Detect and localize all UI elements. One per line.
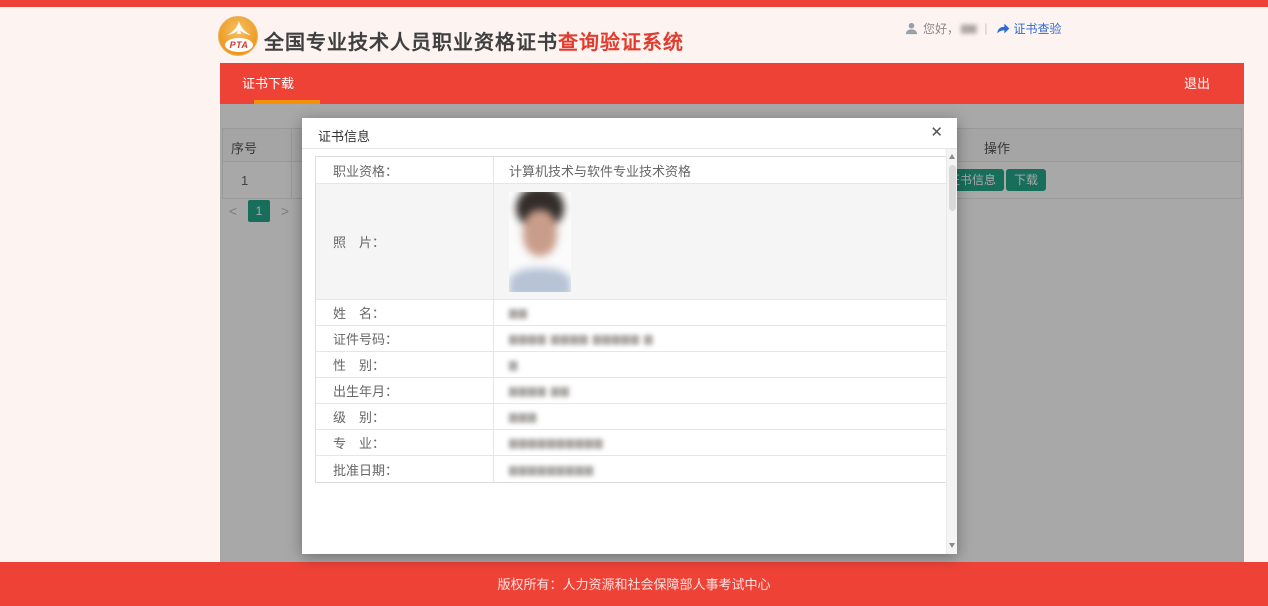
row-value-redacted: ▆▆▆▆▆▆▆▆▆ xyxy=(509,463,595,476)
portrait-photo xyxy=(509,191,571,292)
row-value-redacted: ▆▆▆▆ ▆▆▆▆ ▆▆▆▆▆ ▆ xyxy=(509,333,654,345)
modal-header: 证书信息 ✕ xyxy=(302,118,957,149)
row-value-redacted: ▆▆ xyxy=(509,307,528,319)
footer: 版权所有：人力资源和社会保障部人事考试中心 xyxy=(0,562,1268,606)
tab-certificate-download[interactable]: 证书下载 xyxy=(242,63,320,104)
detail-row-gender: 性 别： ▆ xyxy=(316,352,946,378)
scroll-up-icon[interactable] xyxy=(947,151,957,163)
user-bar: 您好， ▆▆ | 证书查验 xyxy=(905,20,1062,36)
certificate-info-modal: 证书信息 ✕ 职业资格： 计算机技术与软件专业技术资格 照 片： 姓 名： ▆▆… xyxy=(302,118,957,554)
detail-row-qualification: 职业资格： 计算机技术与软件专业技术资格 xyxy=(316,157,946,184)
row-value-redacted: ▆ xyxy=(509,359,519,371)
row-value-redacted: ▆▆▆▆ ▆▆ xyxy=(509,385,570,397)
row-label: 姓 名： xyxy=(316,300,494,325)
page-title-main: 全国专业技术人员职业资格证书 xyxy=(264,32,558,54)
logout-button[interactable]: 退出 xyxy=(1184,63,1210,104)
verify-link-label: 证书查验 xyxy=(1013,21,1062,36)
user-icon xyxy=(905,22,918,34)
detail-row-level: 级 别： ▆▆▆ xyxy=(316,404,946,430)
main-nav: 证书下载 退出 xyxy=(220,63,1244,104)
detail-row-birth-date: 出生年月： ▆▆▆▆ ▆▆ xyxy=(316,378,946,404)
row-value-photo xyxy=(494,184,946,299)
row-label: 批准日期： xyxy=(316,456,494,482)
certificate-verify-link[interactable]: 证书查验 xyxy=(996,20,1062,37)
row-label: 出生年月： xyxy=(316,378,494,403)
user-name-redacted: ▆▆ xyxy=(961,22,977,34)
scroll-down-icon[interactable] xyxy=(947,540,957,552)
detail-row-name: 姓 名： ▆▆ xyxy=(316,300,946,326)
certificate-detail-table: 职业资格： 计算机技术与软件专业技术资格 照 片： 姓 名： ▆▆ 证件号码： … xyxy=(315,156,947,483)
logo-text: PTA xyxy=(229,40,249,50)
pta-logo: PTA xyxy=(218,16,258,56)
row-label: 照 片： xyxy=(316,184,494,299)
page: PTA 全国专业技术人员职业资格证书查询验证系统 您好， ▆▆ | 证书查验 证… xyxy=(0,0,1268,606)
detail-row-id-number: 证件号码： ▆▆▆▆ ▆▆▆▆ ▆▆▆▆▆ ▆ xyxy=(316,326,946,352)
modal-title: 证书信息 xyxy=(318,129,371,144)
modal-body: 职业资格： 计算机技术与软件专业技术资格 照 片： 姓 名： ▆▆ 证件号码： … xyxy=(302,149,957,554)
userbar-divider: | xyxy=(984,21,988,35)
copyright-text: 版权所有：人力资源和社会保障部人事考试中心 xyxy=(497,577,771,592)
page-title-accent: 查询验证系统 xyxy=(558,32,684,54)
row-label: 证件号码： xyxy=(316,326,494,351)
share-arrow-icon xyxy=(996,23,1009,33)
row-label: 专 业： xyxy=(316,430,494,455)
row-label: 职业资格： xyxy=(316,157,494,183)
row-label: 性 别： xyxy=(316,352,494,377)
logo-oval: PTA xyxy=(225,38,253,52)
top-accent-strip xyxy=(0,0,1268,7)
row-label: 级 别： xyxy=(316,404,494,429)
tab-certificate-download-label: 证书下载 xyxy=(242,76,295,91)
page-title: 全国专业技术人员职业资格证书查询验证系统 xyxy=(264,26,684,55)
greeting-text: 您好， xyxy=(923,21,960,36)
modal-scrollbar[interactable] xyxy=(946,149,957,554)
detail-row-photo: 照 片： xyxy=(316,184,946,300)
scrollbar-thumb[interactable] xyxy=(948,165,956,211)
close-icon[interactable]: ✕ xyxy=(930,124,943,142)
row-value-redacted: ▆▆▆▆▆▆▆▆▆▆ xyxy=(509,437,604,449)
row-value: 计算机技术与软件专业技术资格 xyxy=(509,163,692,179)
portrait-blur xyxy=(509,191,571,292)
row-value-redacted: ▆▆▆ xyxy=(509,411,538,423)
detail-row-major: 专 业： ▆▆▆▆▆▆▆▆▆▆ xyxy=(316,430,946,456)
detail-row-approval-date: 批准日期： ▆▆▆▆▆▆▆▆▆ xyxy=(316,456,946,482)
